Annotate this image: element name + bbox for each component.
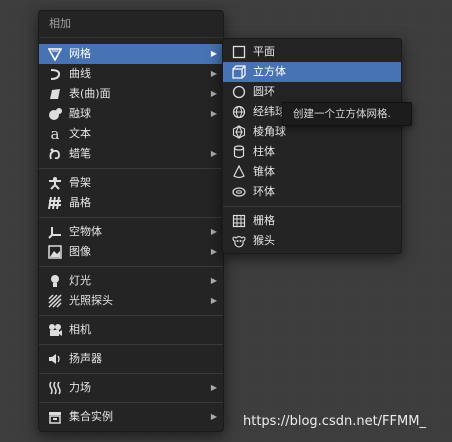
- submenu-item-cylinder[interactable]: 柱体: [223, 142, 401, 162]
- empty-icon: [47, 224, 63, 240]
- menu-item-text[interactable]: a 文本: [39, 124, 223, 144]
- menu-item-collection-instance[interactable]: 集合实例 ▶: [39, 407, 223, 427]
- menu-item-label: 空物体: [69, 225, 102, 238]
- plane-icon: [231, 44, 247, 60]
- submenu-arrow-icon: ▶: [210, 69, 217, 78]
- submenu-arrow-icon: ▶: [210, 49, 217, 58]
- menu-title: 相加: [39, 11, 223, 38]
- menu-item-label: 蜡笔: [69, 147, 91, 160]
- light-probe-icon: [47, 293, 63, 309]
- submenu-arrow-icon: ▶: [210, 89, 217, 98]
- menu-item-metaball[interactable]: 融球 ▶: [39, 104, 223, 124]
- camera-icon: [47, 322, 63, 338]
- menu-item-label: 网格: [69, 47, 91, 60]
- force-field-icon: [47, 380, 63, 396]
- submenu-item-label: 柱体: [253, 145, 275, 158]
- add-menu: 相加 网格 ▶ 曲线 ▶ 表(曲)面 ▶ 融球 ▶ a 文本 蜡笔 ▶ 骨架 晶…: [38, 10, 224, 432]
- menu-item-grease-pencil[interactable]: 蜡笔 ▶: [39, 144, 223, 164]
- menu-item-light-probe[interactable]: 光照探头 ▶: [39, 291, 223, 311]
- separator: [39, 402, 223, 403]
- separator: [39, 344, 223, 345]
- menu-item-speaker[interactable]: 扬声器: [39, 349, 223, 369]
- menu-item-label: 相机: [69, 323, 91, 336]
- separator: [39, 373, 223, 374]
- submenu-item-label: 环体: [253, 185, 275, 198]
- separator: [223, 206, 401, 207]
- submenu-arrow-icon: ▶: [210, 412, 217, 421]
- menu-item-label: 晶格: [69, 196, 91, 209]
- monkey-icon: [231, 233, 247, 249]
- menu-item-mesh[interactable]: 网格 ▶: [39, 44, 223, 64]
- collection-instance-icon: [47, 409, 63, 425]
- menu-item-light[interactable]: 灯光 ▶: [39, 271, 223, 291]
- menu-item-label: 表(曲)面: [69, 87, 111, 100]
- menu-item-label: 灯光: [69, 274, 91, 287]
- speaker-icon: [47, 351, 63, 367]
- menu-item-armature[interactable]: 骨架: [39, 173, 223, 193]
- submenu-arrow-icon: ▶: [210, 296, 217, 305]
- torus-icon: [231, 184, 247, 200]
- armature-icon: [47, 175, 63, 191]
- submenu-item-label: 猴头: [253, 234, 275, 247]
- menu-item-image[interactable]: 图像 ▶: [39, 242, 223, 262]
- submenu-arrow-icon: ▶: [210, 383, 217, 392]
- grid-icon: [231, 213, 247, 229]
- ico-sphere-icon: [231, 124, 247, 140]
- menu-item-label: 曲线: [69, 67, 91, 80]
- mesh-icon: [47, 46, 63, 62]
- lattice-icon: [47, 195, 63, 211]
- menu-item-label: 扬声器: [69, 352, 102, 365]
- separator: [39, 168, 223, 169]
- submenu-item-label: 平面: [253, 45, 275, 58]
- menu-item-label: 光照探头: [69, 294, 113, 307]
- menu-item-label: 骨架: [69, 176, 91, 189]
- tooltip: 创建一个立方体网格.: [282, 102, 412, 126]
- submenu-item-cube[interactable]: 立方体: [223, 62, 401, 82]
- submenu-arrow-icon: ▶: [210, 276, 217, 285]
- submenu-item-label: 立方体: [253, 65, 286, 78]
- submenu-item-plane[interactable]: 平面: [223, 42, 401, 62]
- submenu-item-monkey[interactable]: 猴头: [223, 231, 401, 251]
- separator: [39, 266, 223, 267]
- separator: [39, 217, 223, 218]
- uv-sphere-icon: [231, 104, 247, 120]
- curve-icon: [47, 66, 63, 82]
- metaball-icon: [47, 106, 63, 122]
- menu-item-force-field[interactable]: 力场 ▶: [39, 378, 223, 398]
- submenu-item-label: 栅格: [253, 214, 275, 227]
- submenu-item-label: 锥体: [253, 165, 275, 178]
- submenu-item-label: 圆环: [253, 85, 275, 98]
- submenu-arrow-icon: ▶: [210, 149, 217, 158]
- menu-item-lattice[interactable]: 晶格: [39, 193, 223, 213]
- submenu-item-circle[interactable]: 圆环: [223, 82, 401, 102]
- menu-item-curve[interactable]: 曲线 ▶: [39, 64, 223, 84]
- submenu-arrow-icon: ▶: [210, 247, 217, 256]
- cylinder-icon: [231, 144, 247, 160]
- image-icon: [47, 244, 63, 260]
- submenu-item-torus[interactable]: 环体: [223, 182, 401, 202]
- cube-icon: [231, 64, 247, 80]
- menu-item-label: 集合实例: [69, 410, 113, 423]
- menu-item-camera[interactable]: 相机: [39, 320, 223, 340]
- menu-item-empty[interactable]: 空物体 ▶: [39, 222, 223, 242]
- light-icon: [47, 273, 63, 289]
- text-icon: a: [50, 125, 60, 143]
- menu-item-label: 融球: [69, 107, 91, 120]
- menu-item-label: 图像: [69, 245, 91, 258]
- watermark: https://blog.csdn.net/FFMM_: [243, 414, 426, 429]
- submenu-item-grid[interactable]: 栅格: [223, 211, 401, 231]
- submenu-item-cone[interactable]: 锥体: [223, 162, 401, 182]
- surface-icon: [47, 86, 63, 102]
- separator: [39, 315, 223, 316]
- menu-item-surface[interactable]: 表(曲)面 ▶: [39, 84, 223, 104]
- circle-icon: [231, 84, 247, 100]
- menu-item-label: 力场: [69, 381, 91, 394]
- grease-pencil-icon: [47, 146, 63, 162]
- cone-icon: [231, 164, 247, 180]
- menu-item-label: 文本: [69, 127, 91, 140]
- mesh-submenu: 平面 立方体 圆环 经纬球 棱角球 柱体 锥体 环体 栅格 猴头: [222, 38, 402, 254]
- submenu-arrow-icon: ▶: [210, 109, 217, 118]
- submenu-arrow-icon: ▶: [210, 227, 217, 236]
